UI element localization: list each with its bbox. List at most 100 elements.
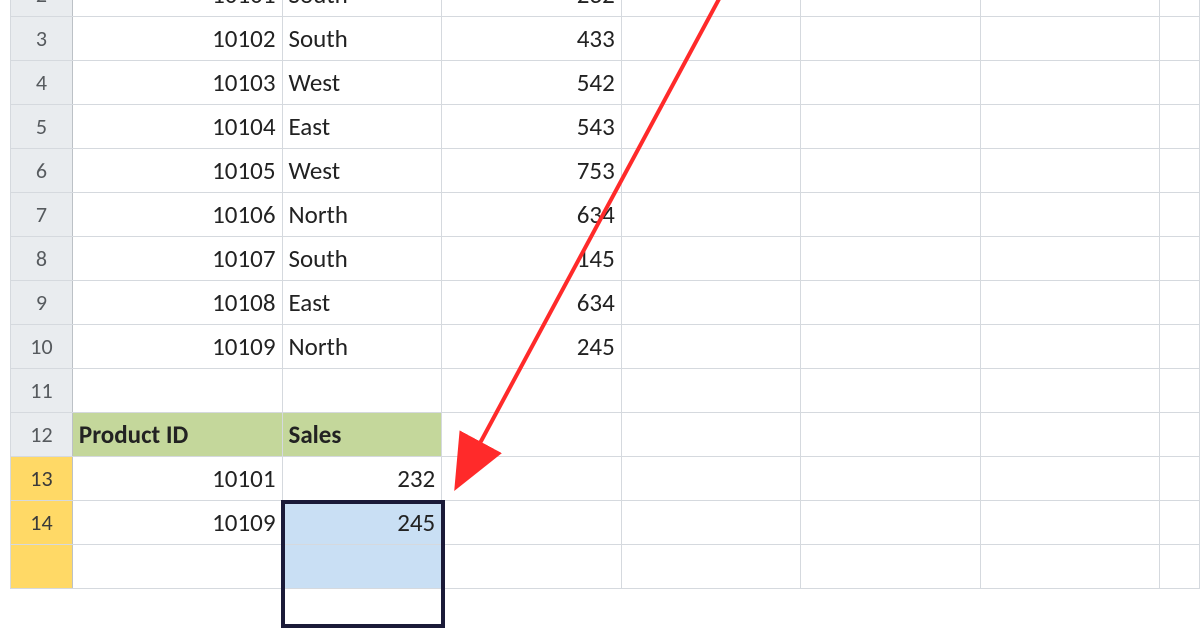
cell-empty[interactable] xyxy=(442,545,622,589)
cell-empty[interactable] xyxy=(1160,61,1200,105)
cell-empty[interactable] xyxy=(801,149,980,193)
cell-sales-selected[interactable] xyxy=(282,545,442,589)
cell-empty[interactable] xyxy=(1160,105,1200,149)
cell-empty[interactable] xyxy=(801,0,980,17)
cell-region[interactable]: North xyxy=(282,325,442,369)
row-header[interactable]: 9 xyxy=(11,281,73,325)
cell-region[interactable]: West xyxy=(282,149,442,193)
cell-empty[interactable] xyxy=(1160,501,1200,545)
cell-empty[interactable] xyxy=(801,325,980,369)
cell-empty[interactable] xyxy=(442,369,622,413)
cell-value[interactable]: 634 xyxy=(442,193,622,237)
cell-product-id[interactable]: 10105 xyxy=(72,149,282,193)
cell-empty[interactable] xyxy=(801,501,980,545)
cell-empty[interactable] xyxy=(621,237,800,281)
cell-empty[interactable] xyxy=(980,61,1159,105)
cell-empty[interactable] xyxy=(980,325,1159,369)
cell-product-id[interactable]: 10107 xyxy=(72,237,282,281)
cell-empty[interactable] xyxy=(621,281,800,325)
cell-empty[interactable] xyxy=(72,369,282,413)
cell-empty[interactable] xyxy=(801,193,980,237)
row-header-selected[interactable] xyxy=(11,545,73,589)
cell-product-id[interactable]: 10106 xyxy=(72,193,282,237)
cell-value[interactable]: 634 xyxy=(442,281,622,325)
row-header[interactable]: 10 xyxy=(11,325,73,369)
row-header-selected[interactable]: 14 xyxy=(11,501,73,545)
table-row[interactable]: 8 10107 South 145 xyxy=(11,237,1200,281)
cell-empty[interactable] xyxy=(801,545,980,589)
table-row[interactable]: 11 xyxy=(11,369,1200,413)
cell-empty[interactable] xyxy=(980,545,1159,589)
table-row[interactable]: 9 10108 East 634 xyxy=(11,281,1200,325)
cell-header-sales[interactable]: Sales xyxy=(282,413,442,457)
row-header-selected[interactable]: 13 xyxy=(11,457,73,501)
table-row[interactable]: 6 10105 West 753 xyxy=(11,149,1200,193)
cell-sales-selected[interactable]: 232 xyxy=(282,457,442,501)
cell-empty[interactable] xyxy=(442,457,622,501)
cell-value[interactable]: 145 xyxy=(442,237,622,281)
cell-empty[interactable] xyxy=(621,105,800,149)
cell-empty[interactable] xyxy=(801,281,980,325)
table-row-result[interactable]: 13 10101 232 xyxy=(11,457,1200,501)
row-header[interactable]: 6 xyxy=(11,149,73,193)
table-row[interactable] xyxy=(11,545,1200,589)
row-header[interactable]: 3 xyxy=(11,17,73,61)
cell-empty[interactable] xyxy=(621,545,800,589)
cell-product-id[interactable]: 10104 xyxy=(72,105,282,149)
row-header[interactable]: 5 xyxy=(11,105,73,149)
table-row-result[interactable]: 14 10109 245 xyxy=(11,501,1200,545)
cell-value[interactable]: 543 xyxy=(442,105,622,149)
table-row[interactable]: 5 10104 East 543 xyxy=(11,105,1200,149)
cell-empty[interactable] xyxy=(282,369,442,413)
cell-region[interactable]: East xyxy=(282,281,442,325)
cell-value[interactable]: 753 xyxy=(442,149,622,193)
cell-region[interactable]: South xyxy=(282,17,442,61)
cell-empty[interactable] xyxy=(980,457,1159,501)
cell-region[interactable]: South xyxy=(282,237,442,281)
table-row[interactable]: 2 10101 South 232 xyxy=(11,0,1200,17)
cell-empty[interactable] xyxy=(621,193,800,237)
cell-value[interactable]: 232 xyxy=(442,0,622,17)
cell-product-id[interactable]: 10101 xyxy=(72,457,282,501)
cell-empty[interactable] xyxy=(1160,17,1200,61)
cell-empty[interactable] xyxy=(621,413,800,457)
cell-empty[interactable] xyxy=(621,149,800,193)
cell-empty[interactable] xyxy=(801,237,980,281)
cell-empty[interactable] xyxy=(801,413,980,457)
cell-empty[interactable] xyxy=(621,61,800,105)
row-header[interactable]: 7 xyxy=(11,193,73,237)
table-row[interactable]: 4 10103 West 542 xyxy=(11,61,1200,105)
table-row[interactable]: 10 10109 North 245 xyxy=(11,325,1200,369)
cell-empty[interactable] xyxy=(980,105,1159,149)
cell-empty[interactable] xyxy=(1160,545,1200,589)
cell-product-id[interactable]: 10102 xyxy=(72,17,282,61)
cell-product-id[interactable]: 10109 xyxy=(72,501,282,545)
cell-empty[interactable] xyxy=(442,501,622,545)
cell-empty[interactable] xyxy=(621,369,800,413)
cell-empty[interactable] xyxy=(1160,369,1200,413)
cell-header-product-id[interactable]: Product ID xyxy=(72,413,282,457)
cell-empty[interactable] xyxy=(621,501,800,545)
cell-region[interactable]: West xyxy=(282,61,442,105)
table-row[interactable]: 7 10106 North 634 xyxy=(11,193,1200,237)
cell-empty[interactable] xyxy=(1160,149,1200,193)
cell-empty[interactable] xyxy=(980,501,1159,545)
cell-empty[interactable] xyxy=(980,369,1159,413)
cell-empty[interactable] xyxy=(1160,0,1200,17)
row-header[interactable]: 11 xyxy=(11,369,73,413)
row-header[interactable]: 2 xyxy=(11,0,73,17)
cell-product-id[interactable]: 10109 xyxy=(72,325,282,369)
cell-empty[interactable] xyxy=(801,17,980,61)
cell-empty[interactable] xyxy=(1160,281,1200,325)
cell-region[interactable]: East xyxy=(282,105,442,149)
cell-empty[interactable] xyxy=(621,17,800,61)
cell-value[interactable]: 433 xyxy=(442,17,622,61)
cell-empty[interactable] xyxy=(1160,325,1200,369)
cell-product-id[interactable]: 10103 xyxy=(72,61,282,105)
cell-empty[interactable] xyxy=(801,105,980,149)
cell-empty[interactable] xyxy=(1160,457,1200,501)
cell-product-id[interactable]: 10101 xyxy=(72,0,282,17)
cell-empty[interactable] xyxy=(980,193,1159,237)
cell-empty[interactable] xyxy=(72,545,282,589)
cell-region[interactable]: South xyxy=(282,0,442,17)
